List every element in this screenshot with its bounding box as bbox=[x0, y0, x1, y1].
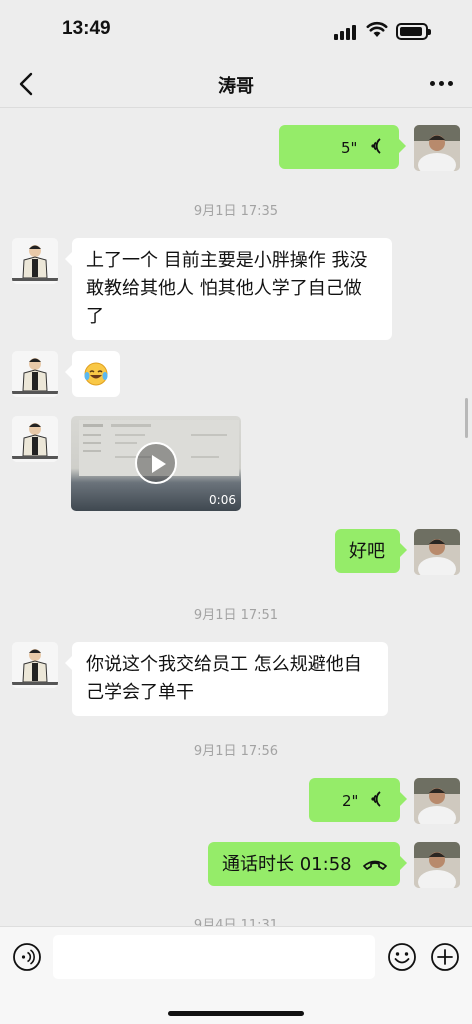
play-icon[interactable] bbox=[135, 442, 177, 484]
voice-message-bubble[interactable]: 2" bbox=[309, 778, 407, 822]
video-duration: 0:06 bbox=[209, 493, 236, 507]
plus-icon[interactable] bbox=[430, 942, 460, 972]
more-button[interactable] bbox=[424, 72, 460, 96]
status-bar: 13:49 bbox=[0, 0, 472, 60]
timestamp: 9月1日 17:35 bbox=[193, 204, 279, 219]
my-avatar-photo bbox=[414, 842, 460, 888]
status-time: 13:49 bbox=[62, 18, 111, 39]
laughing-tears-emoji-icon bbox=[84, 362, 108, 386]
my-avatar[interactable] bbox=[414, 778, 460, 824]
voice-duration: 2" bbox=[342, 792, 359, 810]
voice-wave-icon bbox=[371, 791, 381, 807]
my-avatar-photo bbox=[414, 125, 460, 171]
message-line: 上了一个 目前主要是小胖操作 我没 bbox=[86, 250, 368, 271]
my-avatar-photo bbox=[414, 529, 460, 575]
my-avatar[interactable] bbox=[414, 842, 460, 888]
timestamp: 9月1日 17:56 bbox=[193, 744, 279, 759]
cellular-signal-icon bbox=[334, 24, 358, 40]
my-avatar[interactable] bbox=[414, 529, 460, 575]
message-line: 敢教给其他人 怕其他人学了自己做 bbox=[86, 278, 362, 299]
voice-input-icon[interactable] bbox=[12, 942, 42, 972]
my-avatar[interactable] bbox=[414, 125, 460, 171]
emoji-icon[interactable] bbox=[387, 942, 417, 972]
emoji-message-bubble[interactable] bbox=[65, 351, 120, 397]
scrollbar[interactable] bbox=[465, 398, 468, 438]
home-indicator bbox=[168, 1011, 304, 1016]
message-line: 了 bbox=[86, 306, 104, 327]
text-message-bubble[interactable]: 好吧 bbox=[335, 529, 407, 573]
more-dots-icon bbox=[430, 81, 435, 86]
phone-hangup-icon bbox=[363, 860, 387, 870]
battery-icon bbox=[396, 23, 431, 40]
my-avatar-photo bbox=[414, 778, 460, 824]
friend-avatar-illustration bbox=[12, 416, 58, 462]
voice-duration: 5" bbox=[341, 139, 358, 157]
text-message-bubble[interactable]: 你说这个我交给员工 怎么规避他自 己学会了单干 bbox=[65, 642, 388, 716]
message-line: 己学会了单干 bbox=[86, 682, 194, 703]
friend-avatar[interactable] bbox=[12, 642, 58, 688]
friend-avatar-illustration bbox=[12, 238, 58, 284]
text-message-bubble[interactable]: 上了一个 目前主要是小胖操作 我没 敢教给其他人 怕其他人学了自己做 了 bbox=[65, 238, 392, 340]
message-line: 你说这个我交给员工 怎么规避他自 bbox=[86, 654, 362, 675]
message-input[interactable] bbox=[53, 935, 375, 979]
wifi-icon bbox=[366, 21, 388, 37]
voice-wave-icon bbox=[371, 138, 381, 154]
timestamp: 9月4日 11:31 bbox=[193, 918, 279, 926]
call-record-bubble[interactable]: 通话时长 01:58 bbox=[208, 842, 407, 886]
input-bar bbox=[0, 926, 472, 1024]
message-text: 好吧 bbox=[349, 541, 385, 562]
call-duration-text: 通话时长 01:58 bbox=[222, 854, 352, 875]
voice-message-bubble[interactable]: 5" bbox=[279, 125, 406, 169]
friend-avatar-illustration bbox=[12, 642, 58, 688]
friend-avatar[interactable] bbox=[12, 351, 58, 397]
video-message-thumbnail[interactable]: 0:06 bbox=[71, 416, 241, 511]
chat-title: 涛哥 bbox=[218, 76, 254, 97]
nav-bar: 涛哥 bbox=[0, 60, 472, 108]
timestamp: 9月1日 17:51 bbox=[193, 608, 279, 623]
chat-message-list[interactable]: 5" 9月1日 17:35 上了一个 目前主要是小胖操作 我没 敢教给其他人 怕… bbox=[0, 108, 472, 926]
friend-avatar[interactable] bbox=[12, 238, 58, 284]
friend-avatar-illustration bbox=[12, 351, 58, 397]
friend-avatar[interactable] bbox=[12, 416, 58, 462]
